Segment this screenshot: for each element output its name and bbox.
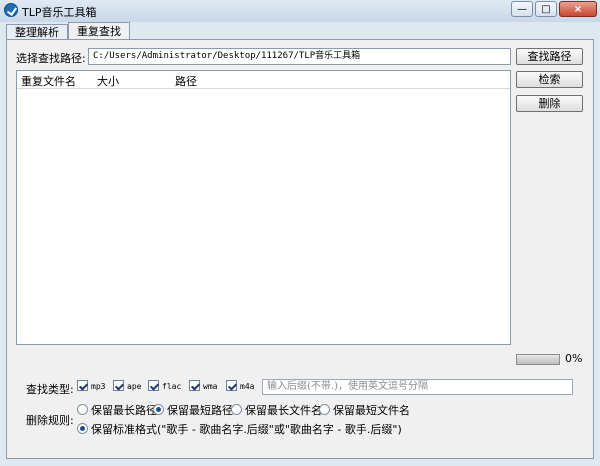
table-header: 重复文件名 大小 路径: [17, 71, 510, 89]
keep-longest-filename-label: 保留最长文件名: [245, 404, 322, 417]
search-path-input[interactable]: C:/Users/Administrator/Desktop/111267/TL…: [88, 48, 511, 65]
custom-suffix-input[interactable]: 输入后缀(不带.)，使用英文逗号分隔: [262, 379, 573, 395]
progress-text: 0%: [565, 352, 583, 365]
retrieve-button[interactable]: 检索: [516, 71, 583, 88]
flac-label: flac: [162, 382, 182, 391]
column-duplicate-filename[interactable]: 重复文件名: [21, 73, 76, 89]
ape-label: ape: [127, 382, 142, 391]
app-icon: [4, 3, 18, 17]
duplicate-search-panel: 选择查找路径: C:/Users/Administrator/Desktop/1…: [6, 39, 594, 459]
minimize-icon: —: [517, 4, 527, 15]
file-type-label: 查找类型:: [26, 383, 74, 396]
flac-checkbox[interactable]: [148, 380, 159, 391]
search-path-button[interactable]: 查找路径: [516, 48, 583, 65]
delete-button[interactable]: 删除: [516, 95, 583, 112]
wma-checkbox[interactable]: [189, 380, 200, 391]
minimize-button[interactable]: —: [511, 1, 533, 17]
m4a-label: m4a: [240, 382, 255, 391]
close-icon: ×: [573, 4, 583, 15]
keep-longest-path-label: 保留最长路径: [91, 404, 157, 417]
duplicate-files-table[interactable]: 重复文件名 大小 路径: [16, 70, 511, 345]
keep-longest-filename-radio[interactable]: [231, 404, 242, 415]
column-size[interactable]: 大小: [97, 73, 119, 89]
maximize-icon: □: [541, 4, 551, 15]
window-title: TLP音乐工具箱: [22, 6, 97, 19]
keep-shortest-path-radio[interactable]: [153, 404, 164, 415]
keep-standard-format-label: 保留标准格式("歌手 - 歌曲名字.后缀"或"歌曲名字 - 歌手.后缀"): [91, 423, 402, 436]
tab-strip: 整理解析 重复查找: [6, 22, 130, 41]
maximize-button[interactable]: □: [535, 1, 557, 17]
keep-standard-format-radio[interactable]: [77, 423, 88, 434]
keep-shortest-filename-label: 保留最短文件名: [333, 404, 410, 417]
keep-shortest-path-label: 保留最短路径: [167, 404, 233, 417]
window-controls: — □ ×: [509, 1, 597, 17]
column-path[interactable]: 路径: [175, 73, 197, 89]
close-button[interactable]: ×: [559, 1, 597, 17]
wma-label: wma: [203, 382, 218, 391]
search-path-label: 选择查找路径:: [16, 52, 86, 65]
mp3-checkbox[interactable]: [77, 380, 88, 391]
keep-longest-path-radio[interactable]: [77, 404, 88, 415]
m4a-checkbox[interactable]: [226, 380, 237, 391]
keep-shortest-filename-radio[interactable]: [319, 404, 330, 415]
progress-bar: [516, 354, 560, 365]
ape-checkbox[interactable]: [113, 380, 124, 391]
mp3-label: mp3: [91, 382, 106, 391]
title-bar: TLP音乐工具箱 — □ ×: [0, 0, 600, 22]
delete-rule-label: 删除规则:: [26, 414, 74, 427]
